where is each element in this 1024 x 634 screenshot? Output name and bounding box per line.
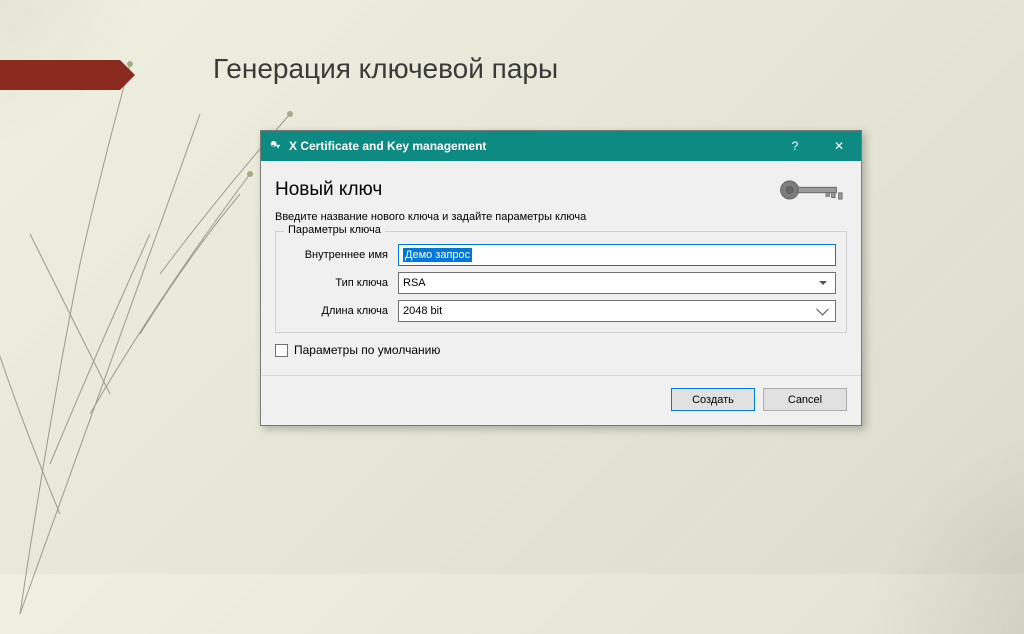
decorative-corner-bottom-right <box>864 414 1024 634</box>
create-button[interactable]: Создать <box>671 388 755 411</box>
create-button-label: Создать <box>692 394 734 406</box>
select-key-type[interactable]: RSA <box>398 272 836 294</box>
titlebar[interactable]: X Certificate and Key management ? ✕ <box>261 131 861 161</box>
group-title: Параметры ключа <box>284 224 385 236</box>
instruction-text: Введите название нового ключа и задайте … <box>275 211 847 223</box>
label-internal-name: Внутреннее имя <box>286 249 398 261</box>
select-key-length-value: 2048 bit <box>403 305 442 317</box>
key-icon <box>269 139 283 153</box>
input-internal-name[interactable]: Демо запрос <box>398 244 836 266</box>
help-button[interactable]: ? <box>773 131 817 161</box>
key-params-group: Параметры ключа Внутреннее имя Демо запр… <box>275 231 847 333</box>
row-internal-name: Внутреннее имя Демо запрос <box>286 244 836 266</box>
close-button[interactable]: ✕ <box>817 131 861 161</box>
select-key-length[interactable]: 2048 bit <box>398 300 836 322</box>
accent-bar <box>0 60 120 90</box>
label-key-length: Длина ключа <box>286 305 398 317</box>
input-internal-name-value: Демо запрос <box>403 248 472 262</box>
titlebar-text: X Certificate and Key management <box>289 139 773 153</box>
key-image-icon <box>777 175 847 205</box>
button-row: Создать Cancel <box>275 386 847 411</box>
select-key-type-value: RSA <box>403 277 426 289</box>
label-key-type: Тип ключа <box>286 277 398 289</box>
dialog-window: X Certificate and Key management ? ✕ Нов… <box>260 130 862 426</box>
defaults-checkbox[interactable] <box>275 344 288 357</box>
help-icon: ? <box>792 139 799 153</box>
row-key-type: Тип ключа RSA <box>286 272 836 294</box>
slide-title: Генерация ключевой пары <box>213 53 558 85</box>
dialog-heading: Новый ключ <box>275 179 382 201</box>
cancel-button[interactable]: Cancel <box>763 388 847 411</box>
defaults-checkbox-label: Параметры по умолчанию <box>294 343 440 357</box>
separator <box>261 375 861 376</box>
row-key-length: Длина ключа 2048 bit <box>286 300 836 322</box>
defaults-checkbox-row[interactable]: Параметры по умолчанию <box>275 343 847 357</box>
close-icon: ✕ <box>834 139 844 153</box>
cancel-button-label: Cancel <box>788 394 822 406</box>
dialog-body: Новый ключ Введите название нового ключа… <box>261 161 861 425</box>
